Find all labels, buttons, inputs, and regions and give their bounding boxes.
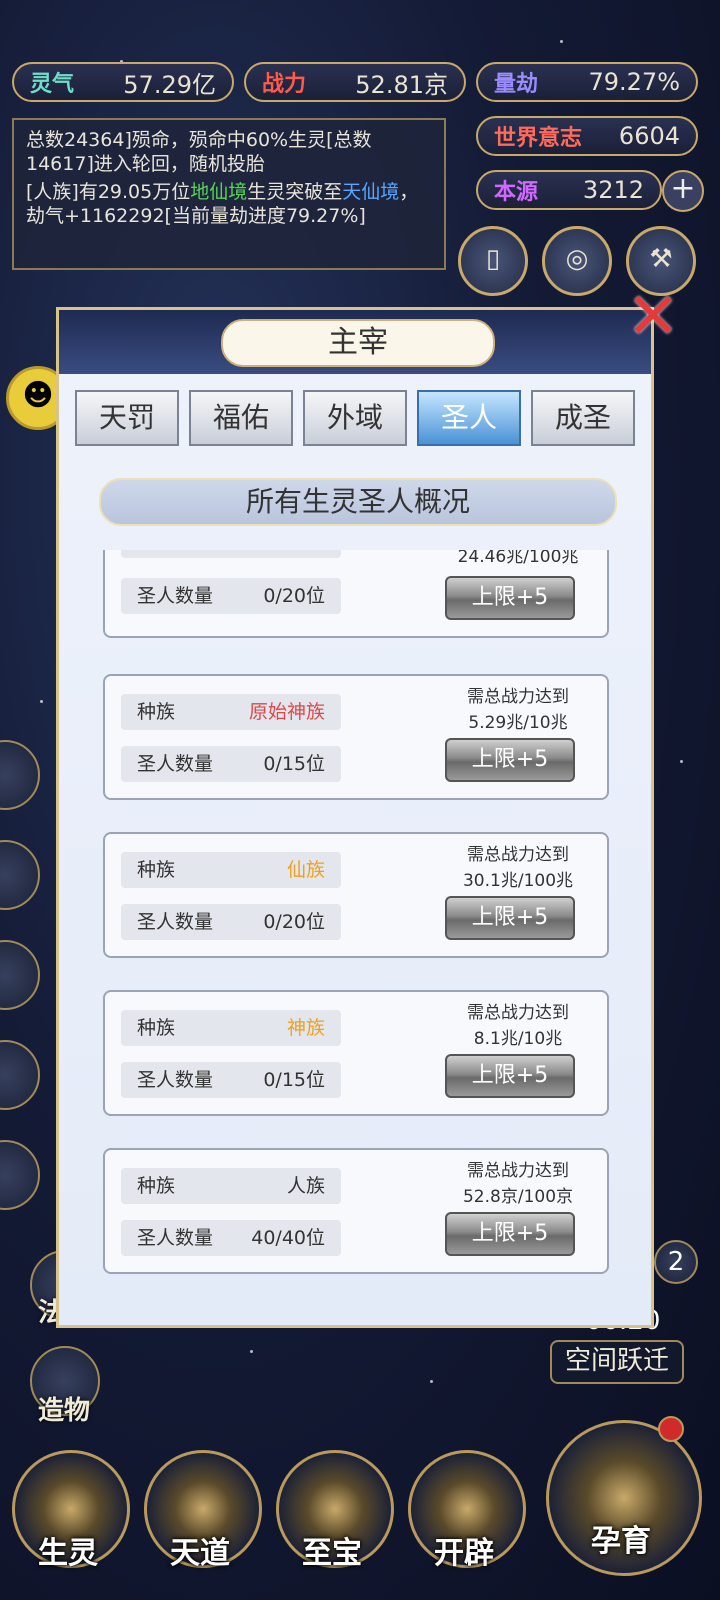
power-progress: 30.1兆/100兆 xyxy=(462,871,574,891)
stat-value: 3212 xyxy=(582,176,644,204)
nav-label: 孕育 xyxy=(591,1524,651,1559)
saint-count: 40/40位 xyxy=(251,1227,325,1249)
raise-limit-button[interactable]: 上限+5 xyxy=(445,1212,575,1256)
count-row: 圣人数量 0/15位 xyxy=(121,1062,341,1098)
saint-count: 0/20位 xyxy=(263,911,325,933)
race-name: 人族 xyxy=(286,1175,325,1197)
stat-liangjie: 量劫 79.27% xyxy=(476,62,698,102)
race-name: 原始神族 xyxy=(248,701,325,723)
race-card: 种族 原始神族 圣人数量 0/15位 需总战力达到 5.29兆/10兆 上限+5 xyxy=(103,674,609,800)
stat-lingqi: 灵气 57.29亿 xyxy=(12,62,234,102)
stat-label: 战力 xyxy=(262,72,307,97)
book-icon[interactable]: ▯ xyxy=(458,226,528,296)
side-button[interactable] xyxy=(0,740,40,810)
stat-label: 量劫 xyxy=(494,72,539,97)
side-button[interactable] xyxy=(0,840,40,910)
tab-fuyou[interactable]: 福佑 xyxy=(189,390,293,446)
power-progress: 8.1兆/10兆 xyxy=(473,1029,563,1049)
modal-title: 主宰 xyxy=(221,319,495,367)
power-progress: 52.8京/100京 xyxy=(462,1187,574,1207)
raise-limit-button[interactable]: 上限+5 xyxy=(445,1054,575,1098)
race-row: 种族 人族 xyxy=(121,1168,341,1204)
stat-label: 本源 xyxy=(494,180,539,205)
section-title: 所有生灵圣人概况 xyxy=(99,478,617,526)
race-name: 大妖族 xyxy=(268,550,325,558)
count-row: 圣人数量 0/15位 xyxy=(121,746,341,782)
side-button[interactable] xyxy=(0,1040,40,1110)
saint-count: 0/20位 xyxy=(263,585,325,607)
lord-modal: 主宰 天罚 福佑 外域 圣人 成圣 所有生灵圣人概况 种族 大妖族 圣人数量 0… xyxy=(56,307,654,1328)
stat-benyuan: 本源 3212 xyxy=(476,170,662,210)
race-row: 种族 原始神族 xyxy=(121,694,341,730)
requirement: 需总战力达到 52.8京/100京 xyxy=(435,1158,601,1210)
tab-tianfa[interactable]: 天罚 xyxy=(75,390,179,446)
tab-chengsheng[interactable]: 成圣 xyxy=(531,390,635,446)
add-benyuan-button[interactable]: + xyxy=(662,170,704,212)
count-row: 圣人数量 40/40位 xyxy=(121,1220,341,1256)
stat-value: 52.81京 xyxy=(355,70,448,99)
tab-waiyu[interactable]: 外域 xyxy=(303,390,407,446)
nav-label: 天道 xyxy=(170,1536,230,1571)
nav-label: 至宝 xyxy=(302,1536,362,1571)
nav-label: 开辟 xyxy=(434,1536,494,1571)
log-line: [人族]有29.05万位地仙境生灵突破至天仙境，劫气+1162292[当前量劫进… xyxy=(26,181,419,227)
event-log: 总数24364]殒命，殒命中60%生灵[总数14617]进入轮回，随机投胎 [人… xyxy=(12,118,446,270)
raise-limit-button[interactable]: 上限+5 xyxy=(445,738,575,782)
stat-zhanli: 战力 52.81京 xyxy=(244,62,466,102)
portal-icon[interactable]: ◎ xyxy=(542,226,612,296)
raise-limit-button[interactable]: 上限+5 xyxy=(445,896,575,940)
requirement: 需总战力达到 5.29兆/10兆 xyxy=(435,684,601,736)
requirement: 需总战力达到 24.46兆/100兆 xyxy=(435,550,601,570)
stat-value: 79.27% xyxy=(588,68,680,96)
race-card: 种族 大妖族 圣人数量 0/20位 需总战力达到 24.46兆/100兆 上限+… xyxy=(103,550,609,638)
space-warp-button[interactable]: 空间跃迁 xyxy=(550,1340,684,1384)
saint-count: 0/15位 xyxy=(263,1069,325,1091)
creation-label: 造物 xyxy=(38,1396,91,1426)
log-line: 总数24364]殒命，殒命中60%生灵[总数14617]进入轮回，随机投胎 xyxy=(26,129,372,175)
side-button[interactable] xyxy=(0,940,40,1010)
stat-world-will: 世界意志 6604 xyxy=(476,116,698,156)
notification-badge: 2 xyxy=(654,1240,698,1284)
tab-shengren[interactable]: 圣人 xyxy=(417,390,521,446)
saint-list[interactable]: 种族 大妖族 圣人数量 0/20位 需总战力达到 24.46兆/100兆 上限+… xyxy=(59,550,651,1308)
nav-label: 生灵 xyxy=(38,1536,98,1571)
stat-value: 57.29亿 xyxy=(123,70,216,99)
requirement: 需总战力达到 8.1兆/10兆 xyxy=(435,1000,601,1052)
raise-limit-button[interactable]: 上限+5 xyxy=(445,576,575,620)
power-progress: 24.46兆/100兆 xyxy=(457,550,579,567)
close-icon[interactable]: ✕ xyxy=(620,285,686,352)
race-row: 种族 神族 xyxy=(121,1010,341,1046)
race-name: 神族 xyxy=(286,1017,325,1039)
stat-label: 世界意志 xyxy=(494,126,583,151)
race-card: 种族 人族 圣人数量 40/40位 需总战力达到 52.8京/100京 上限+5 xyxy=(103,1148,609,1274)
count-row: 圣人数量 0/20位 xyxy=(121,578,341,614)
requirement: 需总战力达到 30.1兆/100兆 xyxy=(435,842,601,894)
red-dot-badge xyxy=(658,1416,684,1442)
saint-count: 0/15位 xyxy=(263,753,325,775)
race-row: 种族 大妖族 xyxy=(121,550,341,558)
race-row: 种族 仙族 xyxy=(121,852,341,888)
stat-value: 6604 xyxy=(618,122,680,150)
race-card: 种族 神族 圣人数量 0/15位 需总战力达到 8.1兆/10兆 上限+5 xyxy=(103,990,609,1116)
side-button[interactable] xyxy=(0,1140,40,1210)
stat-label: 灵气 xyxy=(30,72,75,97)
race-name: 仙族 xyxy=(286,859,325,881)
power-progress: 5.29兆/10兆 xyxy=(468,713,568,733)
race-card: 种族 仙族 圣人数量 0/20位 需总战力达到 30.1兆/100兆 上限+5 xyxy=(103,832,609,958)
count-row: 圣人数量 0/20位 xyxy=(121,904,341,940)
